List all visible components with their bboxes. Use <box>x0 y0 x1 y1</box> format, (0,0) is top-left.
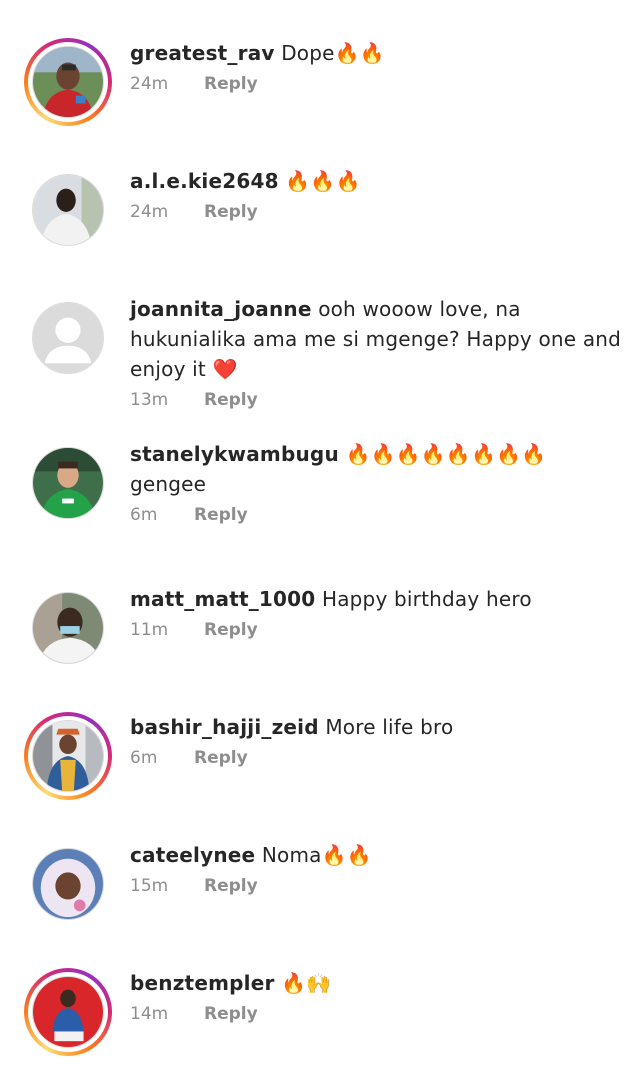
comment-meta: 6m Reply <box>130 748 625 768</box>
comment-body: 🔥🔥🔥 <box>285 169 361 193</box>
reply-button[interactable]: Reply <box>194 748 248 768</box>
comment-text: greatest_rav Dope🔥🔥 <box>130 38 625 68</box>
comment-text: matt_matt_1000 Happy birthday hero <box>130 584 625 614</box>
reply-button[interactable]: Reply <box>204 1004 258 1024</box>
comment-meta: 11m Reply <box>130 620 625 640</box>
avatar[interactable] <box>32 46 104 118</box>
reply-button[interactable]: Reply <box>204 202 258 222</box>
comment-meta: 14m Reply <box>130 1004 625 1024</box>
comment-username[interactable]: a.l.e.kie2648 <box>130 169 279 193</box>
comments-list: greatest_rav Dope🔥🔥 24m Reply a.l.e.kie2… <box>0 0 641 1076</box>
comment-time: 6m <box>130 505 158 525</box>
comment-username[interactable]: benztempler <box>130 971 275 995</box>
comment-text: cateelynee Noma🔥🔥 <box>130 840 625 870</box>
comment-time: 6m <box>130 748 158 768</box>
comment-text: bashir_hajji_zeid More life bro <box>130 712 625 742</box>
avatar[interactable] <box>32 720 104 792</box>
reply-button[interactable]: Reply <box>204 74 258 94</box>
avatar[interactable] <box>32 447 104 519</box>
comment-body: Dope🔥🔥 <box>281 41 385 65</box>
comment-time: 15m <box>130 876 169 896</box>
avatar-wrap[interactable] <box>24 840 112 928</box>
comment-body: Happy birthday hero <box>321 587 532 611</box>
avatar-wrap[interactable] <box>24 439 112 527</box>
avatar-wrap[interactable] <box>24 166 112 254</box>
comment-time: 24m <box>130 74 169 94</box>
reply-button[interactable]: Reply <box>194 505 248 525</box>
comment-meta: 24m Reply <box>130 74 625 94</box>
comment-time: 11m <box>130 620 169 640</box>
avatar-wrap[interactable] <box>24 294 112 382</box>
comment-meta: 15m Reply <box>130 876 625 896</box>
comment-body: More life bro <box>325 715 454 739</box>
comment-meta: 24m Reply <box>130 202 625 222</box>
story-ring[interactable] <box>24 968 112 1056</box>
comment-username[interactable]: joannita_joanne <box>130 297 312 321</box>
story-ring[interactable] <box>24 712 112 800</box>
avatar[interactable] <box>32 976 104 1048</box>
comment-body: 🔥🙌 <box>281 971 332 995</box>
comment-meta: 13m Reply <box>130 390 625 410</box>
comment-text: a.l.e.kie2648 🔥🔥🔥 <box>130 166 625 196</box>
comment-text: benztempler 🔥🙌 <box>130 968 625 998</box>
comment-username[interactable]: greatest_rav <box>130 41 275 65</box>
comment-time: 13m <box>130 390 169 410</box>
comment-text: stanelykwambugu 🔥🔥🔥🔥🔥🔥🔥🔥 gengee <box>130 439 625 499</box>
story-ring[interactable] <box>24 38 112 126</box>
default-avatar-icon[interactable] <box>32 302 104 374</box>
comment-time: 24m <box>130 202 169 222</box>
comment-username[interactable]: matt_matt_1000 <box>130 587 315 611</box>
reply-button[interactable]: Reply <box>204 390 258 410</box>
reply-button[interactable]: Reply <box>204 876 258 896</box>
reply-button[interactable]: Reply <box>204 620 258 640</box>
comment-body: Noma🔥🔥 <box>261 843 372 867</box>
comment-time: 14m <box>130 1004 169 1024</box>
avatar[interactable] <box>32 592 104 664</box>
comment-username[interactable]: stanelykwambugu <box>130 442 339 466</box>
comment-text: joannita_joanne ooh wooow love, na hukun… <box>130 294 625 384</box>
comment-meta: 6m Reply <box>130 505 625 525</box>
comment-username[interactable]: cateelynee <box>130 843 255 867</box>
avatar[interactable] <box>32 174 104 246</box>
avatar[interactable] <box>32 848 104 920</box>
avatar-wrap[interactable] <box>24 584 112 672</box>
comment-username[interactable]: bashir_hajji_zeid <box>130 715 319 739</box>
